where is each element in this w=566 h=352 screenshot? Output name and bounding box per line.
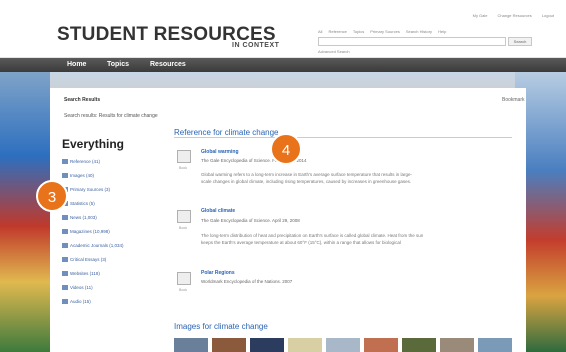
result-snippet-line: Global warming refers to a long-term inc… [201,172,412,177]
book-icon [177,272,191,285]
image-thumbnail[interactable] [364,338,398,352]
category-magazines[interactable]: Magazines (10,998) [62,227,110,235]
reference-heading[interactable]: Reference for climate change [174,128,279,137]
result-snippet-line: keeps the Earth's average temperature at… [201,240,401,245]
search-button[interactable]: Search [508,37,532,46]
result-snippet-line: The long-term distribution of heat and p… [201,233,424,238]
results-title: Search Results [64,97,101,103]
my-gale-link[interactable]: My Gale [473,13,488,18]
category-videos[interactable]: Videos (11) [62,283,93,291]
result-source: The Gale Encyclopedia of Science. April … [201,218,300,223]
category-reference[interactable]: Reference (41) [62,157,100,165]
search-tab-primary-sources[interactable]: Primary Sources [370,29,400,34]
journal-icon [62,242,68,248]
video-icon [62,284,68,290]
category-audio[interactable]: Audio (15) [62,297,91,305]
callout-badge-3: 3 [36,180,68,212]
result-snippet-line: scale changes in global climate, includi… [201,179,412,184]
image-thumbnail[interactable] [402,338,436,352]
book-icon [177,150,191,163]
search-tab-all[interactable]: All [318,29,322,34]
change-resources-link[interactable]: Change Resources [498,13,532,18]
result-source: Worldmark Encyclopedia of the Nations. 2… [201,279,293,284]
result-type-label: Book [179,226,187,230]
category-news[interactable]: News (1,003) [62,213,97,221]
advanced-search-link[interactable]: Advanced Search [318,49,350,54]
logout-link[interactable]: Logout [542,13,554,18]
site-logo-subtitle: IN CONTEXT [232,42,280,49]
callout-badge-4: 4 [270,133,302,165]
book-icon [177,210,191,223]
top-links: My Gale Change Resources Logout [473,13,554,18]
result-title[interactable]: Global warming [201,149,239,155]
search-tab-reference[interactable]: Reference [328,29,346,34]
search-tab-history[interactable]: Search History [406,29,432,34]
category-images[interactable]: Images (40) [62,171,94,179]
images-heading[interactable]: Images for climate change [174,322,268,331]
app-header: STUDENT RESOURCES IN CONTEXT My Gale Cha… [0,0,566,58]
category-primary-sources[interactable]: Primary Sources (3) [62,185,110,193]
search-input[interactable] [318,37,506,46]
nav-home[interactable]: Home [67,61,86,68]
essay-icon [62,256,68,262]
bookmark-link[interactable]: Bookmark [502,97,525,103]
result-type-label: Book [179,288,187,292]
image-thumbnail[interactable] [326,338,360,352]
magazine-icon [62,228,68,234]
image-icon [62,172,68,178]
everything-heading: Everything [62,137,125,151]
image-thumbnail[interactable] [174,338,208,352]
image-thumbnail[interactable] [250,338,284,352]
nav-resources[interactable]: Resources [150,61,186,68]
results-description: Search results: Results for climate chan… [64,113,158,119]
category-websites[interactable]: Websites (118) [62,269,100,277]
search-scope-tabs: All Reference Topics Primary Sources Sea… [318,29,446,34]
globe-icon [62,270,68,276]
image-thumbnails [174,338,512,352]
search-tab-help[interactable]: Help [438,29,446,34]
image-thumbnail[interactable] [212,338,246,352]
nav-topics[interactable]: Topics [107,61,129,68]
divider [174,137,512,138]
image-thumbnail[interactable] [288,338,322,352]
category-academic-journals[interactable]: Academic Journals (1,034) [62,241,124,249]
search-tab-topics[interactable]: Topics [353,29,364,34]
audio-icon [62,298,68,304]
book-icon [62,158,68,164]
background-left-domes [0,72,50,352]
result-type-label: Book [179,166,187,170]
newspaper-icon [62,214,68,220]
image-thumbnail[interactable] [440,338,474,352]
result-title[interactable]: Global climate [201,208,235,214]
image-thumbnail[interactable] [478,338,512,352]
category-critical-essays[interactable]: Critical Essays (3) [62,255,106,263]
main-nav: Home Topics Resources [0,58,566,72]
result-title[interactable]: Polar Regions [201,270,235,276]
